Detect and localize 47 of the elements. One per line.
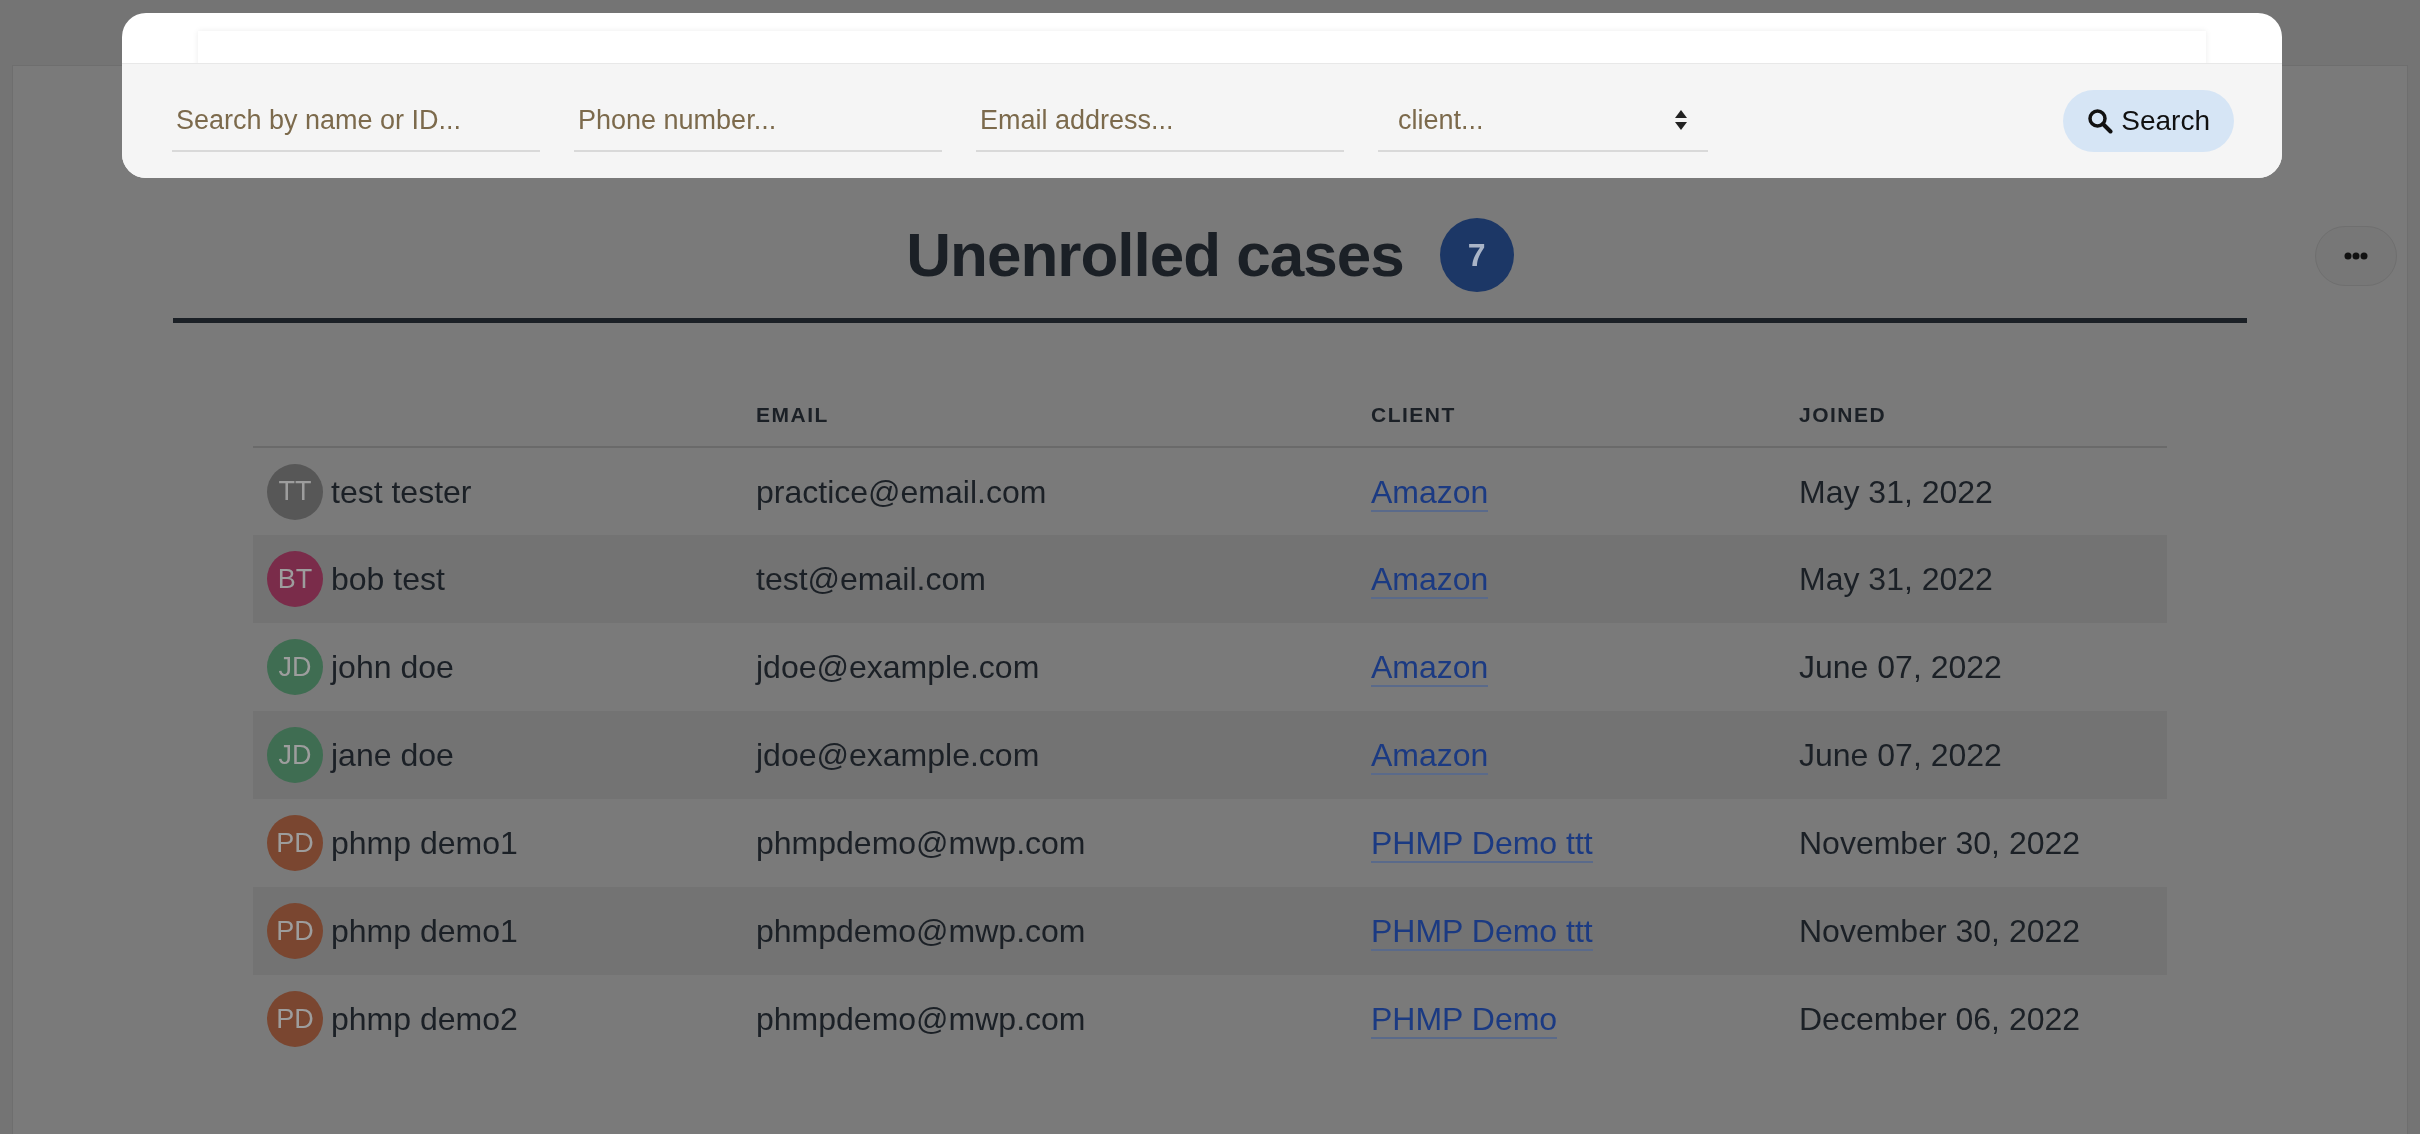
email-text: phmpdemo@mwp.com: [756, 1001, 1086, 1037]
email-text: test@email.com: [756, 561, 986, 597]
client-link[interactable]: PHMP Demo: [1371, 1001, 1558, 1039]
avatar: JD: [267, 639, 323, 695]
email-text: jdoe@example.com: [756, 649, 1040, 685]
person-name: john doe: [331, 648, 454, 687]
avatar: TT: [267, 463, 323, 520]
person-name: phmp demo1: [331, 912, 518, 951]
email-text: phmpdemo@mwp.com: [756, 913, 1086, 949]
column-header: EMAIL: [756, 402, 829, 426]
search-field[interactable]: Phone number...: [574, 90, 942, 152]
client-link[interactable]: Amazon: [1371, 649, 1489, 687]
joined-date: May 31, 2022: [1799, 561, 1993, 597]
joined-date: June 07, 2022: [1799, 737, 2002, 773]
email-text: phmpdemo@mwp.com: [756, 825, 1086, 861]
avatar: BT: [267, 551, 323, 607]
client-link[interactable]: Amazon: [1371, 561, 1489, 599]
sort-caret-icon: [1674, 109, 1688, 131]
joined-date: June 07, 2022: [1799, 649, 2002, 685]
joined-date: November 30, 2022: [1799, 825, 2081, 861]
email-text: jdoe@example.com: [756, 737, 1040, 773]
more-icon: [2344, 252, 2368, 260]
joined-date: December 06, 2022: [1799, 1001, 2081, 1037]
search-icon: [2087, 108, 2114, 134]
avatar: PD: [267, 991, 323, 1047]
person-name: phmp demo2: [331, 1000, 518, 1039]
client-select[interactable]: client...: [1378, 90, 1708, 152]
column-header: JOINED: [1799, 402, 1887, 426]
person-name: bob test: [331, 560, 445, 599]
search-field[interactable]: Search by name or ID...: [172, 90, 540, 152]
search-field[interactable]: Email address...: [976, 90, 1344, 152]
client-link[interactable]: Amazon: [1371, 473, 1489, 512]
search-button[interactable]: Search: [2063, 90, 2234, 152]
person-name: test tester: [331, 472, 472, 512]
person-name: phmp demo1: [331, 824, 518, 863]
count-badge: 7: [1439, 218, 1514, 292]
email-text: practice@email.com: [756, 473, 1047, 510]
avatar: JD: [267, 727, 323, 783]
avatar: PD: [267, 903, 323, 959]
client-link[interactable]: Amazon: [1371, 737, 1489, 775]
person-name: jane doe: [331, 736, 454, 775]
avatar: PD: [267, 815, 323, 871]
column-header: CLIENT: [1371, 402, 1456, 426]
joined-date: November 30, 2022: [1799, 913, 2081, 949]
joined-date: May 31, 2022: [1799, 473, 1993, 510]
page-title: Unenrolled cases: [906, 218, 1404, 291]
client-link[interactable]: PHMP Demo ttt: [1371, 825, 1593, 863]
